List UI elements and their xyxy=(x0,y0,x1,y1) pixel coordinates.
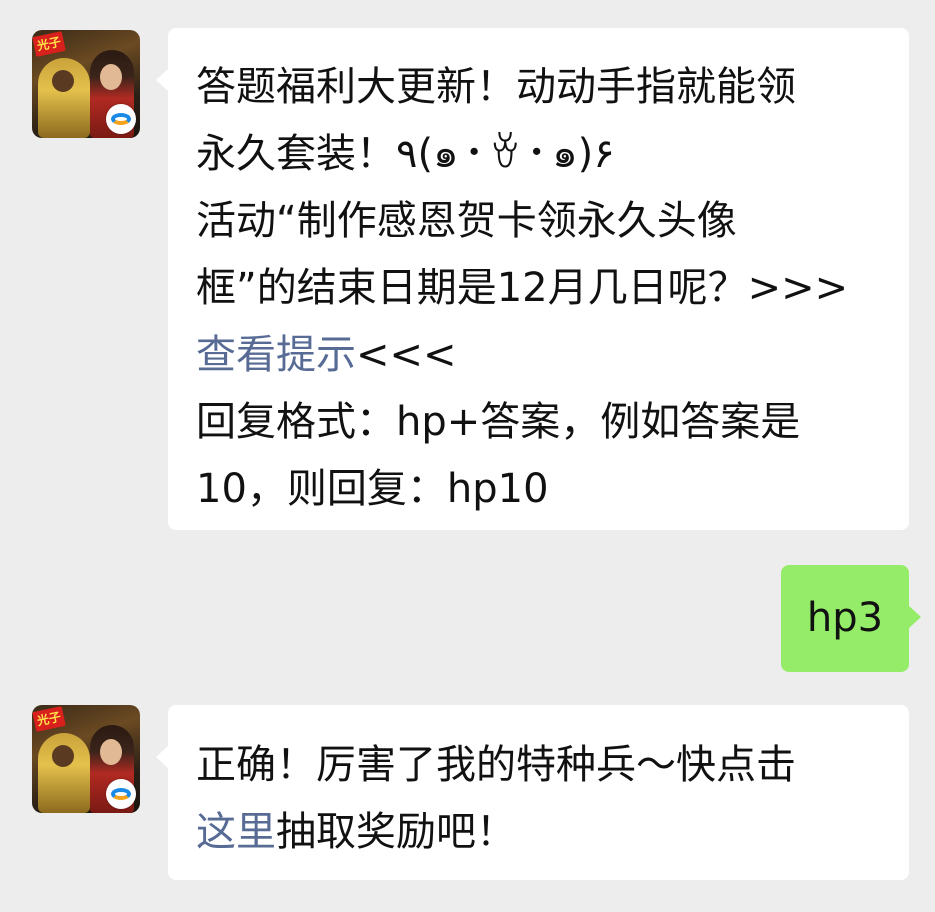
message-text-line: 10，则回复：hp10 xyxy=(196,466,549,512)
message-text-line: 回复格式：hp+答案，例如答案是 xyxy=(196,399,801,445)
hint-suffix: <<< xyxy=(356,332,457,378)
view-hint-link[interactable]: 查看提示 xyxy=(196,332,356,378)
message-text-line: 活动“制作感恩贺卡领永久头像 xyxy=(196,198,737,244)
here-link[interactable]: 这里 xyxy=(196,809,276,855)
reward-line: 这里抽取奖励吧！ xyxy=(196,799,885,866)
sender-avatar[interactable]: 光子 xyxy=(32,30,140,138)
message-text-line: 永久套装！٩(๑・ꈊ・๑)۶ xyxy=(196,131,615,177)
message-bubble-incoming[interactable]: 答题福利大更新！动动手指就能领 永久套装！٩(๑・ꈊ・๑)۶ 活动“制作感恩贺卡… xyxy=(156,28,909,530)
message-text-line: 答题福利大更新！动动手指就能领 xyxy=(196,64,796,110)
message-bubble-outgoing[interactable]: hp3 xyxy=(781,565,921,672)
message-bubble-incoming[interactable]: 正确！厉害了我的特种兵～快点击 这里抽取奖励吧！ xyxy=(156,705,909,880)
avatar-tag: 光子 xyxy=(32,31,66,57)
avatar-tag: 光子 xyxy=(32,706,66,732)
hint-line: 查看提示<<< xyxy=(196,322,885,389)
tencent-logo-icon xyxy=(106,104,136,134)
tencent-logo-icon xyxy=(106,779,136,809)
reward-suffix: 抽取奖励吧！ xyxy=(276,809,516,855)
message-text: hp3 xyxy=(806,595,884,641)
message-text-line: 框”的结束日期是12月几日呢？>>> xyxy=(196,265,849,311)
message-text-line: 正确！厉害了我的特种兵～快点击 xyxy=(196,742,796,788)
sender-avatar[interactable]: 光子 xyxy=(32,705,140,813)
